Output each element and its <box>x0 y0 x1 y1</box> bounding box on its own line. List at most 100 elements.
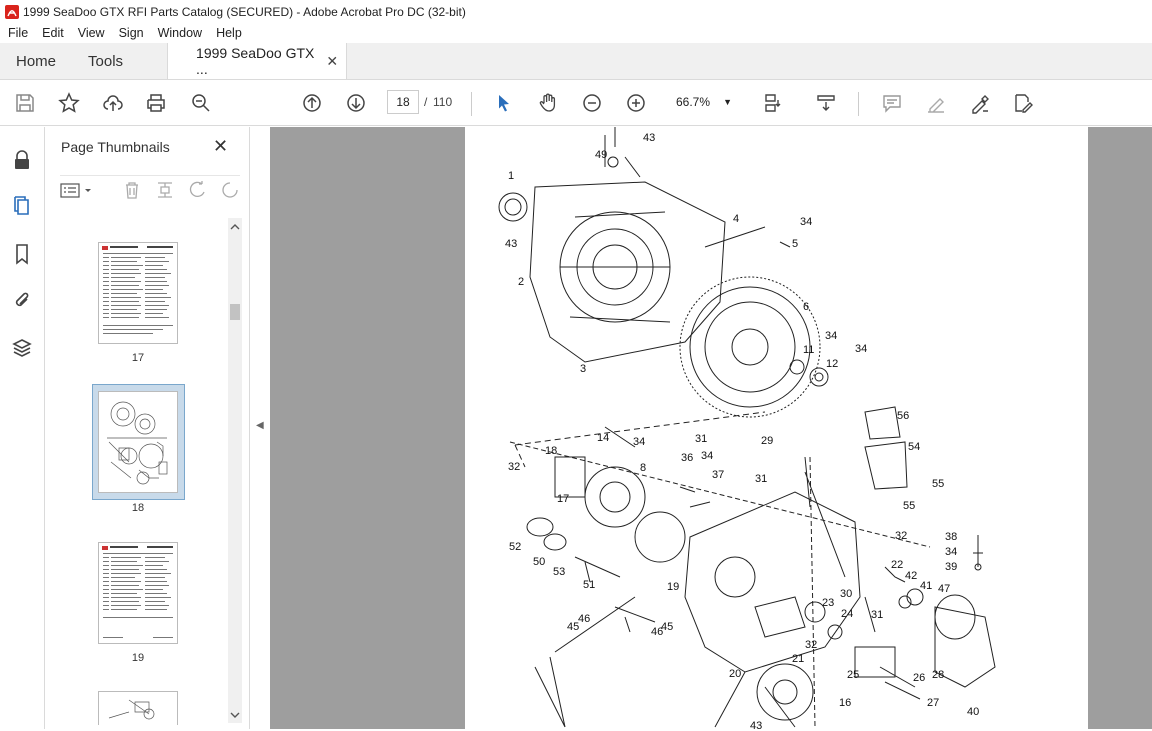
thumbnail-options-icon[interactable] <box>60 182 96 198</box>
callout-29: 29 <box>761 435 773 447</box>
zoom-search-icon[interactable] <box>188 90 214 116</box>
callout-24: 24 <box>841 608 853 620</box>
scrollbar-thumb[interactable] <box>230 304 240 320</box>
callout-54: 54 <box>908 441 920 453</box>
callout-43: 43 <box>750 720 762 729</box>
rotate-right-icon[interactable] <box>220 180 240 200</box>
page-number-input[interactable]: 18 <box>387 90 419 114</box>
callout-19: 19 <box>667 581 679 593</box>
highlight-pen-icon[interactable] <box>923 90 949 116</box>
callout-55: 55 <box>903 500 915 512</box>
chevron-down-icon: ▼ <box>723 97 732 107</box>
callout-43: 43 <box>643 132 655 144</box>
scroll-up-arrow-icon[interactable] <box>230 222 240 232</box>
callout-43: 43 <box>505 238 517 250</box>
callout-27: 27 <box>927 697 939 709</box>
callout-50: 50 <box>533 556 545 568</box>
callout-46: 46 <box>651 626 663 638</box>
menu-file[interactable]: File <box>0 26 34 40</box>
collapse-panel-arrow-icon[interactable]: ◀ <box>256 420 264 431</box>
extract-page-icon[interactable] <box>155 180 175 200</box>
callout-31: 31 <box>755 473 767 485</box>
document-page: 1 43 49 43 2 4 34 5 6 34 11 12 34 3 56 5… <box>465 127 1088 729</box>
close-panel-icon[interactable]: ✕ <box>213 136 228 157</box>
page-fit-icon[interactable] <box>760 90 786 116</box>
thumbnail-page-19[interactable] <box>98 542 178 644</box>
hand-tool-icon[interactable] <box>535 90 561 116</box>
menu-bar: File Edit View Sign Window Help <box>0 23 1152 43</box>
callout-6: 6 <box>803 301 809 313</box>
callout-34: 34 <box>800 216 812 228</box>
save-icon[interactable] <box>12 90 38 116</box>
title-bar: 1999 SeaDoo GTX RFI Parts Catalog (SECUR… <box>0 0 1152 23</box>
callout-40: 40 <box>967 706 979 718</box>
callout-31: 31 <box>871 609 883 621</box>
menu-window[interactable]: Window <box>150 26 208 40</box>
thumbnail-page-17[interactable] <box>98 242 178 344</box>
layers-icon[interactable] <box>10 336 34 360</box>
tab-tools[interactable]: Tools <box>72 43 139 79</box>
zoom-level-value: 66.7% <box>676 95 711 109</box>
menu-edit[interactable]: Edit <box>34 26 70 40</box>
callout-32: 32 <box>895 530 907 542</box>
page-thumbnails-icon[interactable] <box>10 194 34 218</box>
scroll-down-arrow-icon[interactable] <box>230 710 240 720</box>
menu-help[interactable]: Help <box>208 26 248 40</box>
tab-document-label: 1999 SeaDoo GTX ... <box>196 45 315 77</box>
close-tab-icon[interactable]: ✕ <box>326 53 338 70</box>
page-down-icon[interactable] <box>343 90 369 116</box>
zoom-out-icon[interactable] <box>579 90 605 116</box>
rotate-left-icon[interactable] <box>188 180 208 200</box>
attachments-icon[interactable] <box>10 288 34 312</box>
bookmarks-icon[interactable] <box>10 242 34 266</box>
callout-17: 17 <box>557 493 569 505</box>
thumbnail-page-20[interactable] <box>98 691 178 725</box>
callout-23: 23 <box>822 597 834 609</box>
callout-25: 25 <box>847 669 859 681</box>
tab-document[interactable]: 1999 SeaDoo GTX ... ✕ <box>167 43 348 79</box>
page-up-icon[interactable] <box>299 90 325 116</box>
acrobat-app-icon <box>5 4 19 19</box>
callout-26: 26 <box>913 672 925 684</box>
panel-title: Page Thumbnails <box>61 139 170 155</box>
select-cursor-icon[interactable] <box>491 90 517 116</box>
callout-labels: 1 43 49 43 2 4 34 5 6 34 11 12 34 3 56 5… <box>505 132 979 729</box>
callout-22: 22 <box>891 559 903 571</box>
lock-icon[interactable] <box>10 148 34 172</box>
callout-32: 32 <box>508 461 520 473</box>
callout-42: 42 <box>905 570 917 582</box>
tab-home[interactable]: Home <box>0 43 72 79</box>
callout-14: 14 <box>597 432 609 444</box>
zoom-in-icon[interactable] <box>623 90 649 116</box>
fill-sign-icon[interactable] <box>967 90 993 116</box>
callout-34: 34 <box>701 450 713 462</box>
callout-47: 47 <box>938 583 950 595</box>
edit-pdf-icon[interactable] <box>1010 90 1036 116</box>
menu-sign[interactable]: Sign <box>111 26 150 40</box>
callout-34: 34 <box>633 436 645 448</box>
callout-11: 11 <box>803 344 814 356</box>
thumbnails-scrollbar[interactable] <box>228 218 242 723</box>
delete-page-icon[interactable] <box>122 180 142 200</box>
callout-12: 12 <box>826 358 838 370</box>
tab-bar: Home Tools 1999 SeaDoo GTX ... ✕ <box>0 43 1152 80</box>
callout-1: 1 <box>508 170 514 182</box>
callout-34: 34 <box>945 546 957 558</box>
print-icon[interactable] <box>143 90 169 116</box>
bookmark-star-icon[interactable] <box>56 90 82 116</box>
panel-toolbar <box>60 175 240 203</box>
document-view[interactable]: 1 43 49 43 2 4 34 5 6 34 11 12 34 3 56 5… <box>270 127 1152 729</box>
zoom-level-select[interactable]: 66.7% ▼ <box>668 90 738 114</box>
thumbnail-label-17: 17 <box>131 352 145 364</box>
callout-52: 52 <box>509 541 521 553</box>
callout-39: 39 <box>945 561 957 573</box>
callout-3: 3 <box>580 363 586 375</box>
callout-20: 20 <box>729 668 741 680</box>
callout-30: 30 <box>840 588 852 600</box>
menu-view[interactable]: View <box>70 26 111 40</box>
thumbnail-page-18[interactable] <box>98 391 178 493</box>
scroll-mode-icon[interactable] <box>813 90 839 116</box>
upload-cloud-icon[interactable] <box>100 90 126 116</box>
callout-46: 46 <box>578 613 590 625</box>
comment-icon[interactable] <box>879 90 905 116</box>
